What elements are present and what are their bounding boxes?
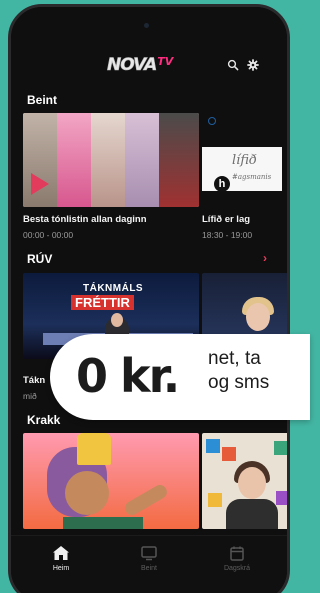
card-time: 18:30 - 19:00: [202, 230, 253, 240]
card-besta-tonlistin[interactable]: [23, 113, 199, 207]
logo-main-text: NOVA: [107, 55, 158, 76]
thumbnail-panel: [57, 113, 91, 207]
thumbnail-face: [238, 467, 266, 499]
search-icon[interactable]: [227, 59, 239, 71]
tab-heim[interactable]: Heim: [31, 545, 91, 572]
bottom-tab-bar: Heim Beint Dagskrá: [11, 535, 287, 593]
card-time: 00:00 - 00:00: [23, 230, 74, 240]
thumbnail-panel: [159, 113, 199, 207]
channel-badge-icon: h: [214, 176, 230, 192]
chevron-right-icon[interactable]: ›: [263, 251, 267, 265]
thumbnail-face: [246, 303, 270, 331]
header-actions: [227, 59, 259, 71]
top-bar: NOVA TV: [11, 49, 287, 79]
tab-label: Heim: [52, 565, 70, 572]
app-screen: NOVA TV Beint Besta tónlistin allan dagi…: [11, 7, 287, 593]
thumbnail-tile: [222, 447, 236, 461]
gear-icon[interactable]: [247, 59, 259, 71]
thumbnail-title-line2: FRÉTTIR: [71, 295, 134, 310]
thumbnail-hashtag: #agsmanis: [232, 173, 272, 181]
promo-price: 0 kr.: [76, 349, 180, 403]
card-time: mið: [23, 391, 37, 401]
thumbnail-tile: [276, 491, 287, 505]
thumbnail-character-body: [63, 517, 143, 529]
section-title-krakk: Krakk: [27, 413, 61, 427]
thumbnail-tile: [274, 441, 287, 455]
app-logo: NOVA TV: [107, 53, 174, 76]
thumbnail-face: [111, 313, 123, 327]
thumbnail-shirt: [226, 499, 278, 529]
channel-dot-icon: [208, 117, 216, 125]
card-title: Besta tónlistin allan daginn: [23, 214, 147, 225]
thumbnail-title-line1: TÁKNMÁLS: [83, 283, 144, 294]
thumbnail-script-text: lífið: [232, 153, 257, 168]
tv-icon: [141, 546, 157, 561]
thumbnail-tile: [206, 439, 220, 453]
thumbnail-panel: [91, 113, 125, 207]
card-lifid-er-lag[interactable]: lífið #agsmanis h: [202, 113, 287, 207]
thumbnail-character-hat: [77, 433, 111, 465]
tab-dagskra[interactable]: Dagskrá: [207, 545, 267, 572]
card-krakkar-first[interactable]: [23, 433, 199, 529]
section-title-beint: Beint: [27, 93, 57, 107]
promo-banner[interactable]: 0 kr. net, ta og sms: [50, 334, 310, 420]
thumbnail-panel: [125, 113, 159, 207]
front-camera: [144, 23, 149, 28]
promo-text-line2: og sms: [208, 372, 270, 393]
phone-frame: NOVA TV Beint Besta tónlistin allan dagi…: [8, 4, 290, 593]
play-icon: [31, 173, 49, 195]
thumbnail-character-face: [65, 471, 109, 515]
card-krakkar-second[interactable]: [202, 433, 287, 529]
promo-text-line1: net, ta: [208, 348, 261, 369]
thumbnail-tile: [208, 493, 222, 507]
home-icon: [53, 546, 69, 560]
calendar-icon: [230, 546, 244, 561]
card-title: Lífið er lag: [202, 214, 251, 225]
tab-label: Dagskrá: [223, 565, 251, 572]
logo-tv-text: TV: [157, 55, 174, 68]
section-title-ruv: RÚV: [27, 252, 53, 266]
tab-label: Beint: [141, 565, 157, 572]
thumbnail-character-arm: [122, 482, 170, 518]
tab-beint[interactable]: Beint: [119, 545, 179, 572]
